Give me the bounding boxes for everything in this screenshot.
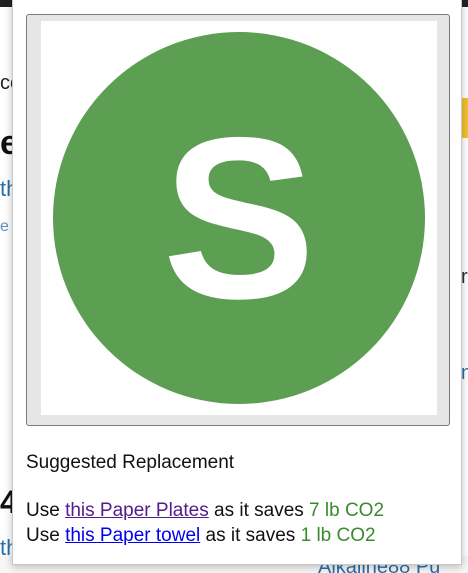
suggestion-prefix: Use (26, 525, 66, 546)
sustainability-logo-icon: S (53, 32, 425, 404)
suggested-replacement-heading: Suggested Replacement (26, 452, 235, 473)
paper-plates-link[interactable]: this Paper Plates (65, 500, 209, 521)
suggestion-row: Use this Paper towel as it saves 1 lb CO… (26, 525, 376, 547)
background-yellow-button[interactable] (462, 98, 468, 138)
background-text-fragment: n (461, 362, 468, 384)
replacement-image-frame: S (26, 14, 450, 426)
paper-towel-link[interactable]: this Paper towel (65, 525, 200, 546)
suggestion-middle: as it saves (208, 500, 310, 521)
co2-saving-value: 1 lb CO2 (300, 525, 376, 546)
logo-letter: S (162, 90, 315, 347)
suggestion-popup: S Suggested Replacement Use this Paper P… (12, 0, 462, 565)
background-text-fragment: r (461, 266, 468, 288)
co2-saving-value: 7 lb CO2 (309, 500, 385, 521)
suggestion-middle: as it saves (200, 525, 301, 546)
replacement-image: S (41, 21, 437, 415)
suggestion-prefix: Use (26, 500, 66, 521)
suggestion-row: Use this Paper Plates as it saves 7 lb C… (26, 500, 384, 522)
